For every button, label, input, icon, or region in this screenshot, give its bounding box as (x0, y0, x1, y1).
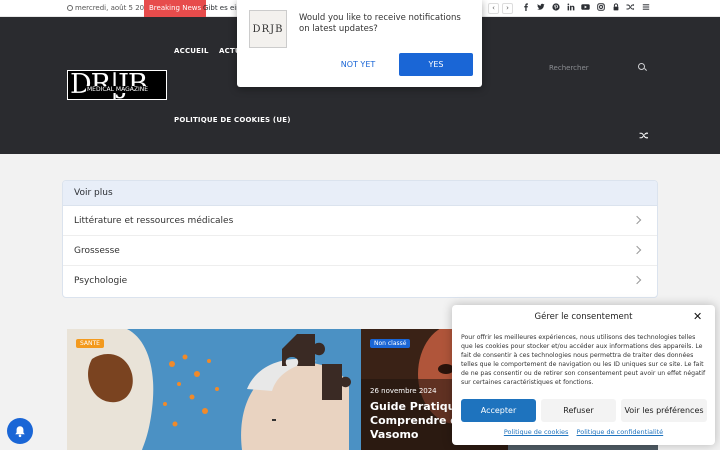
category-badge[interactable]: SANTE (76, 339, 104, 348)
not-yet-button[interactable]: NOT YET (329, 53, 387, 76)
voir-plus-item[interactable]: Psychologie (63, 266, 657, 296)
breaking-news-label: Breaking News (144, 0, 207, 17)
linkedin-icon[interactable] (563, 2, 578, 15)
category-badge[interactable]: Non classé (370, 339, 411, 348)
random-article-icon[interactable] (639, 131, 649, 143)
cookie-links: Politique de cookies Politique de confid… (452, 428, 715, 436)
article-date: 26 novembre 2024 (370, 387, 437, 395)
nav-accueil[interactable]: ACCUEIL (174, 47, 209, 55)
facebook-icon[interactable] (518, 2, 533, 15)
date-display: mercredi, août 5 2026 (67, 4, 153, 12)
ticker-next-button[interactable]: › (502, 3, 513, 14)
site-logo[interactable]: DR|JB MEDICAL MAGAZINE (67, 69, 167, 100)
cookie-title: Gérer le consentement (534, 312, 633, 322)
search-input[interactable]: Rechercher (548, 63, 648, 77)
random-icon[interactable] (623, 2, 638, 15)
voir-plus-item[interactable]: Littérature et ressources médicales (63, 206, 657, 236)
chevron-right-icon (632, 245, 642, 255)
social-icons (518, 2, 653, 15)
lock-icon[interactable] (608, 2, 623, 15)
news-ticker[interactable]: Gibt es ein (203, 4, 241, 12)
pinterest-icon[interactable] (548, 2, 563, 15)
notification-prompt: DRJB Would you like to receive notificat… (237, 0, 482, 87)
privacy-policy-link[interactable]: Politique de confidentialité (577, 428, 664, 436)
chevron-right-icon (632, 275, 642, 285)
featured-article-image[interactable]: SANTE (67, 329, 361, 450)
voir-plus-box: Voir plus Littérature et ressources médi… (62, 180, 658, 298)
chevron-right-icon (632, 215, 642, 225)
menu-icon[interactable] (638, 2, 653, 15)
cookie-text: Pour offrir les meilleures expériences, … (461, 334, 706, 386)
notification-bell-icon[interactable] (7, 418, 33, 444)
accept-button[interactable]: Accepter (461, 399, 536, 422)
search-placeholder: Rechercher (549, 64, 589, 72)
youtube-icon[interactable] (578, 2, 593, 15)
notification-logo: DRJB (249, 10, 287, 48)
voir-plus-item[interactable]: Grossesse (63, 236, 657, 266)
instagram-icon[interactable] (593, 2, 608, 15)
logo-subtitle: MEDICAL MAGAZINE (86, 86, 149, 93)
logo-text: DR|JB (70, 69, 148, 100)
ticker-prev-button[interactable]: ‹ (488, 3, 499, 14)
cookie-consent-dialog: Gérer le consentement ✕ Pour offrir les … (452, 305, 715, 445)
clock-icon (67, 5, 73, 11)
refuse-button[interactable]: Refuser (541, 399, 616, 422)
close-icon[interactable]: ✕ (693, 310, 702, 323)
voir-plus-title: Voir plus (63, 181, 657, 206)
notification-message: Would you like to receive notifications … (299, 13, 461, 34)
tooth-puzzle-illustration (67, 329, 361, 450)
yes-button[interactable]: YES (399, 53, 473, 76)
nav-cookie-policy[interactable]: POLITIQUE DE COOKIES (UE) (174, 116, 291, 124)
search-icon[interactable] (638, 63, 645, 70)
cookie-policy-link[interactable]: Politique de cookies (504, 428, 569, 436)
preferences-button[interactable]: Voir les préférences (621, 399, 707, 422)
twitter-icon[interactable] (533, 2, 548, 15)
